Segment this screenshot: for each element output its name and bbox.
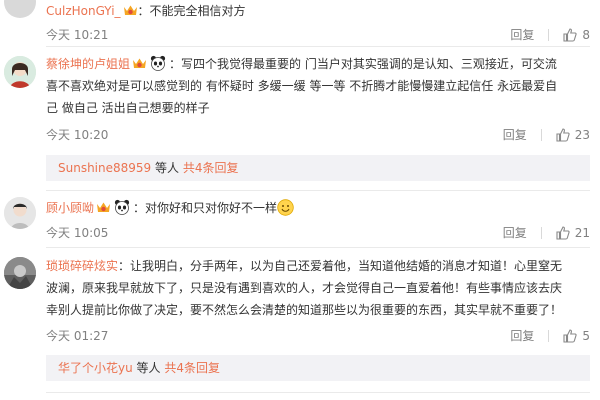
avatar[interactable]: [4, 197, 36, 229]
reply-username[interactable]: 华了个小花yu: [58, 361, 133, 375]
comment-meta: 今天 01:27 回复 5: [46, 327, 590, 344]
like-count: 23: [574, 127, 590, 142]
like-button[interactable]: 23: [556, 128, 590, 142]
comment-text: 己 做自己 活出自己想要的样子: [46, 101, 210, 115]
like-count: 21: [574, 225, 590, 240]
divider: [540, 226, 542, 239]
vip-crown-icon: [96, 199, 111, 212]
like-count: 8: [582, 27, 590, 42]
comment-meta: 今天 10:21 回复 8: [46, 26, 590, 43]
divider: [548, 28, 550, 41]
smile-emoji-icon: [277, 199, 294, 216]
reply-summary[interactable]: Sunshine88959 等人 共4条回复: [46, 155, 590, 181]
comment-text: 喜不喜欢绝对是可以感觉到的 有怀疑时 多缓一缓 等一等 不折腾才能慢慢建立起信任…: [46, 79, 558, 93]
divider: [46, 46, 590, 47]
like-button[interactable]: 5: [563, 329, 590, 343]
reply-suffix: 等人: [132, 361, 165, 375]
divider: [548, 329, 550, 342]
timestamp: 今天 10:20: [46, 128, 109, 142]
vip-crown-icon: [132, 55, 147, 68]
timestamp: 今天 10:21: [46, 28, 109, 42]
divider: [46, 392, 590, 393]
comment-text: ：写四个我觉得最重要的 门当户对其实强调的是认知、三观接近，可交流: [169, 57, 557, 71]
thumbs-up-icon: [556, 225, 570, 240]
thumbs-up-icon: [563, 328, 577, 343]
panda-emoji-icon: [114, 199, 130, 215]
comment-feed: CulzHonGYi_ ：不能完全相信对方 今天 10:21 回复 8 蔡徐坤的卢…: [0, 0, 600, 400]
username[interactable]: CulzHonGYi_: [46, 4, 121, 18]
username[interactable]: 蔡徐坤的卢姐姐: [46, 57, 130, 71]
avatar[interactable]: [4, 257, 36, 289]
comment-text: 幸别人提前比你做了决定，要不然怎么会清楚的知道那些以为很重要的东西，其实早就不重…: [46, 303, 563, 317]
username[interactable]: 琐琐碎碎炫实: [46, 259, 118, 273]
reply-button[interactable]: 回复: [510, 327, 534, 344]
like-count: 5: [582, 328, 590, 343]
more-replies-link[interactable]: 共4条回复: [183, 161, 239, 175]
thumbs-up-icon: [556, 127, 570, 142]
reply-summary[interactable]: 华了个小花yu 等人 共4条回复: [46, 355, 590, 381]
comment-text: 波澜，原来我早就放下了，只是没有遇到喜欢的人，才会觉得自己一直爱着他！有些事情应…: [46, 281, 563, 295]
more-replies-link[interactable]: 共4条回复: [164, 361, 220, 375]
like-button[interactable]: 8: [563, 28, 590, 42]
comment-meta: 今天 10:20 回复 23: [46, 126, 590, 143]
timestamp: 今天 01:27: [46, 329, 109, 343]
divider: [540, 128, 542, 141]
avatar[interactable]: [4, 56, 36, 88]
vip-crown-icon: [123, 2, 138, 15]
reply-button[interactable]: 回复: [503, 126, 527, 143]
reply-button[interactable]: 回复: [510, 26, 534, 43]
avatar[interactable]: [4, 0, 36, 18]
panda-emoji-icon: [150, 55, 166, 71]
divider: [46, 247, 590, 248]
reply-username[interactable]: Sunshine88959: [58, 161, 151, 175]
timestamp: 今天 10:05: [46, 226, 109, 240]
like-button[interactable]: 21: [556, 226, 590, 240]
comment-text: ：让我明白，分手两年，以为自己还爱着他，当知道他结婚的消息才知道！心里窒无: [118, 259, 563, 273]
username[interactable]: 顾小顾呦: [46, 201, 94, 215]
reply-button[interactable]: 回复: [503, 224, 527, 241]
comment-meta: 今天 10:05 回复 21: [46, 224, 590, 241]
comment-text: ：对你好和只对你好不一样: [133, 201, 278, 215]
comment-text: ：不能完全相信对方: [137, 4, 246, 18]
divider: [46, 190, 590, 191]
thumbs-up-icon: [563, 27, 577, 42]
reply-suffix: 等人: [151, 161, 183, 175]
